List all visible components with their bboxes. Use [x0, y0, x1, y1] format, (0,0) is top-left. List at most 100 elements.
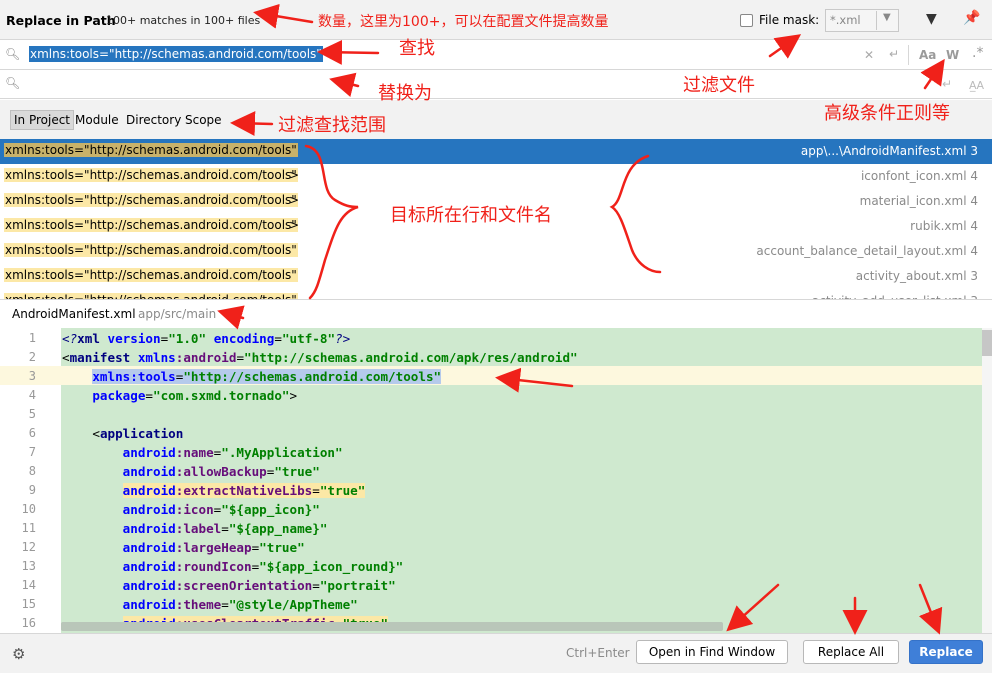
scrollbar-thumb[interactable] [982, 330, 992, 356]
match-case-button[interactable]: Aa [919, 48, 936, 62]
pin-icon[interactable]: 📌 [963, 10, 980, 26]
code-token: "true" [259, 540, 305, 555]
scope-tab-directory[interactable]: Directory [123, 112, 184, 128]
annotation-count: 数量，这里为100+，可以在配置文件提高数量 [318, 14, 609, 30]
code-token: = [274, 331, 282, 346]
code-token: "http://schemas.android.com/tools" [183, 369, 442, 384]
vertical-scrollbar[interactable] [982, 328, 992, 633]
result-row[interactable]: xmlns:tools="http://schemas.android.com/… [0, 289, 992, 299]
find-input[interactable]: xmlns:tools="http://schemas.android.com/… [29, 46, 323, 62]
line-number: 9 [28, 483, 36, 497]
result-file: iconfont_icon.xml 4 [860, 169, 978, 183]
code-token: = [312, 483, 320, 498]
open-in-find-window-button[interactable]: Open in Find Window [636, 640, 788, 664]
annotation-target: 目标所在行和文件名 [390, 205, 552, 226]
code-token: android [122, 464, 176, 479]
line-number: 4 [28, 388, 36, 402]
find-divider [908, 45, 909, 65]
annotation-find: 查找 [399, 38, 435, 59]
annotation-replace: 替换为 [378, 83, 432, 104]
code-line: android:roundIcon="${app_icon_round}" [62, 557, 404, 576]
line-number: 3 [28, 369, 36, 383]
code-token: "@style/AppTheme" [228, 597, 358, 612]
code-token: android [122, 540, 176, 555]
replace-button[interactable]: Replace [909, 640, 983, 664]
code-preview[interactable]: 1 2 3 4 5 6 7 8 9 10 11 12 13 14 15 16 <?xml version="1… [0, 328, 992, 633]
line-number: 11 [21, 521, 36, 535]
newline-icon[interactable]: ↵ [889, 47, 899, 61]
code-token: :android [175, 350, 237, 365]
code-line: package="com.sxmd.tornado"> [62, 386, 297, 405]
dialog-title: Replace in Path [6, 13, 116, 28]
code-token: android [122, 559, 176, 574]
code-token: "${app_icon_round}" [259, 559, 404, 574]
code-token: xmlns:tools [92, 369, 176, 384]
scope-tab-in-project[interactable]: In Project [10, 110, 75, 130]
result-row[interactable]: xmlns:tools="http://schemas.android.com/… [0, 164, 992, 189]
newline-icon[interactable]: ↵ [942, 77, 952, 91]
code-token: :theme [175, 597, 222, 612]
filter-icon[interactable]: ▼ [926, 11, 937, 27]
code-token: application [99, 426, 184, 441]
line-number: 10 [21, 502, 36, 516]
code-token: <? [62, 331, 78, 346]
replace-all-button[interactable]: Replace All [803, 640, 899, 664]
code-line: android:icon="${app_icon}" [62, 500, 320, 519]
preserve-case-button[interactable]: A̲A [969, 79, 984, 92]
result-file: activity_add_user_list.xml 3 [812, 294, 978, 299]
code-token: > [289, 388, 298, 403]
code-line: <?xml version="1.0" encoding="utf-8"?> [62, 329, 350, 348]
annotation-filter-files: 过滤文件 [683, 75, 755, 96]
whole-words-button[interactable]: W [946, 48, 959, 62]
code-token: "true" [319, 483, 366, 498]
code-token: "com.sxmd.tornado" [153, 388, 290, 403]
code-token: encoding [206, 331, 275, 346]
gear-icon[interactable]: ⚙ [12, 645, 25, 663]
code-line: <application [62, 424, 183, 443]
replace-input[interactable] [29, 76, 909, 94]
search-icon[interactable]: 🔍︎ [5, 76, 20, 90]
code-token: "1.0" [168, 331, 207, 346]
result-suffix: > [289, 193, 300, 207]
code-token: < [92, 426, 100, 441]
file-mask-label[interactable]: File mask: [759, 13, 819, 27]
result-file: activity_about.xml 3 [855, 269, 978, 283]
code-token: = [236, 350, 245, 365]
scope-tab-scope[interactable]: Scope [182, 112, 225, 128]
file-mask-checkbox[interactable] [740, 14, 753, 27]
code-token: "${app_name}" [228, 521, 328, 536]
code-token: :largeHeap [175, 540, 252, 555]
file-mask-value: *.xml [830, 13, 861, 27]
annotation-scope: 过滤查找范围 [278, 115, 386, 136]
result-row[interactable]: xmlns:tools="http://schemas.android.com/… [0, 239, 992, 264]
code-line: android:allowBackup="true" [62, 462, 320, 481]
code-token: = [221, 521, 229, 536]
code-token: ".MyApplication" [221, 445, 343, 460]
clear-icon[interactable]: ✕ [864, 48, 874, 62]
code-token: "true" [274, 464, 320, 479]
result-suffix: > [289, 168, 300, 182]
result-row[interactable]: xmlns:tools="http://schemas.android.com/… [0, 139, 992, 164]
result-row[interactable]: xmlns:tools="http://schemas.android.com/… [0, 264, 992, 289]
scope-tab-module[interactable]: Module [72, 112, 122, 128]
code-token: android [122, 502, 176, 517]
code-token: android [122, 521, 176, 536]
line-number: 15 [21, 597, 36, 611]
line-number: 6 [28, 426, 36, 440]
search-icon[interactable]: 🔍︎ [5, 47, 20, 61]
code-line: <manifest xmlns:android="http://schemas.… [62, 348, 578, 367]
regex-button[interactable]: .* [972, 45, 983, 61]
code-line: android:extractNativeLibs="true" [62, 481, 366, 500]
result-file: material_icon.xml 4 [859, 194, 978, 208]
horizontal-scrollbar[interactable] [61, 622, 723, 631]
chevron-down-icon[interactable]: ▼ [883, 12, 891, 23]
code-token: android [122, 483, 176, 498]
result-match-text: xmlns:tools="http://schemas.android.com/… [4, 293, 298, 299]
code-token: ?> [335, 331, 351, 346]
line-number: 13 [21, 559, 36, 573]
shortcut-hint: Ctrl+Enter [566, 646, 630, 660]
code-token: :extractNativeLibs [175, 483, 313, 498]
code-line: android:screenOrientation="portrait" [62, 576, 396, 595]
match-count: 100+ matches in 100+ files [106, 14, 261, 27]
code-token: "utf-8" [281, 331, 336, 346]
